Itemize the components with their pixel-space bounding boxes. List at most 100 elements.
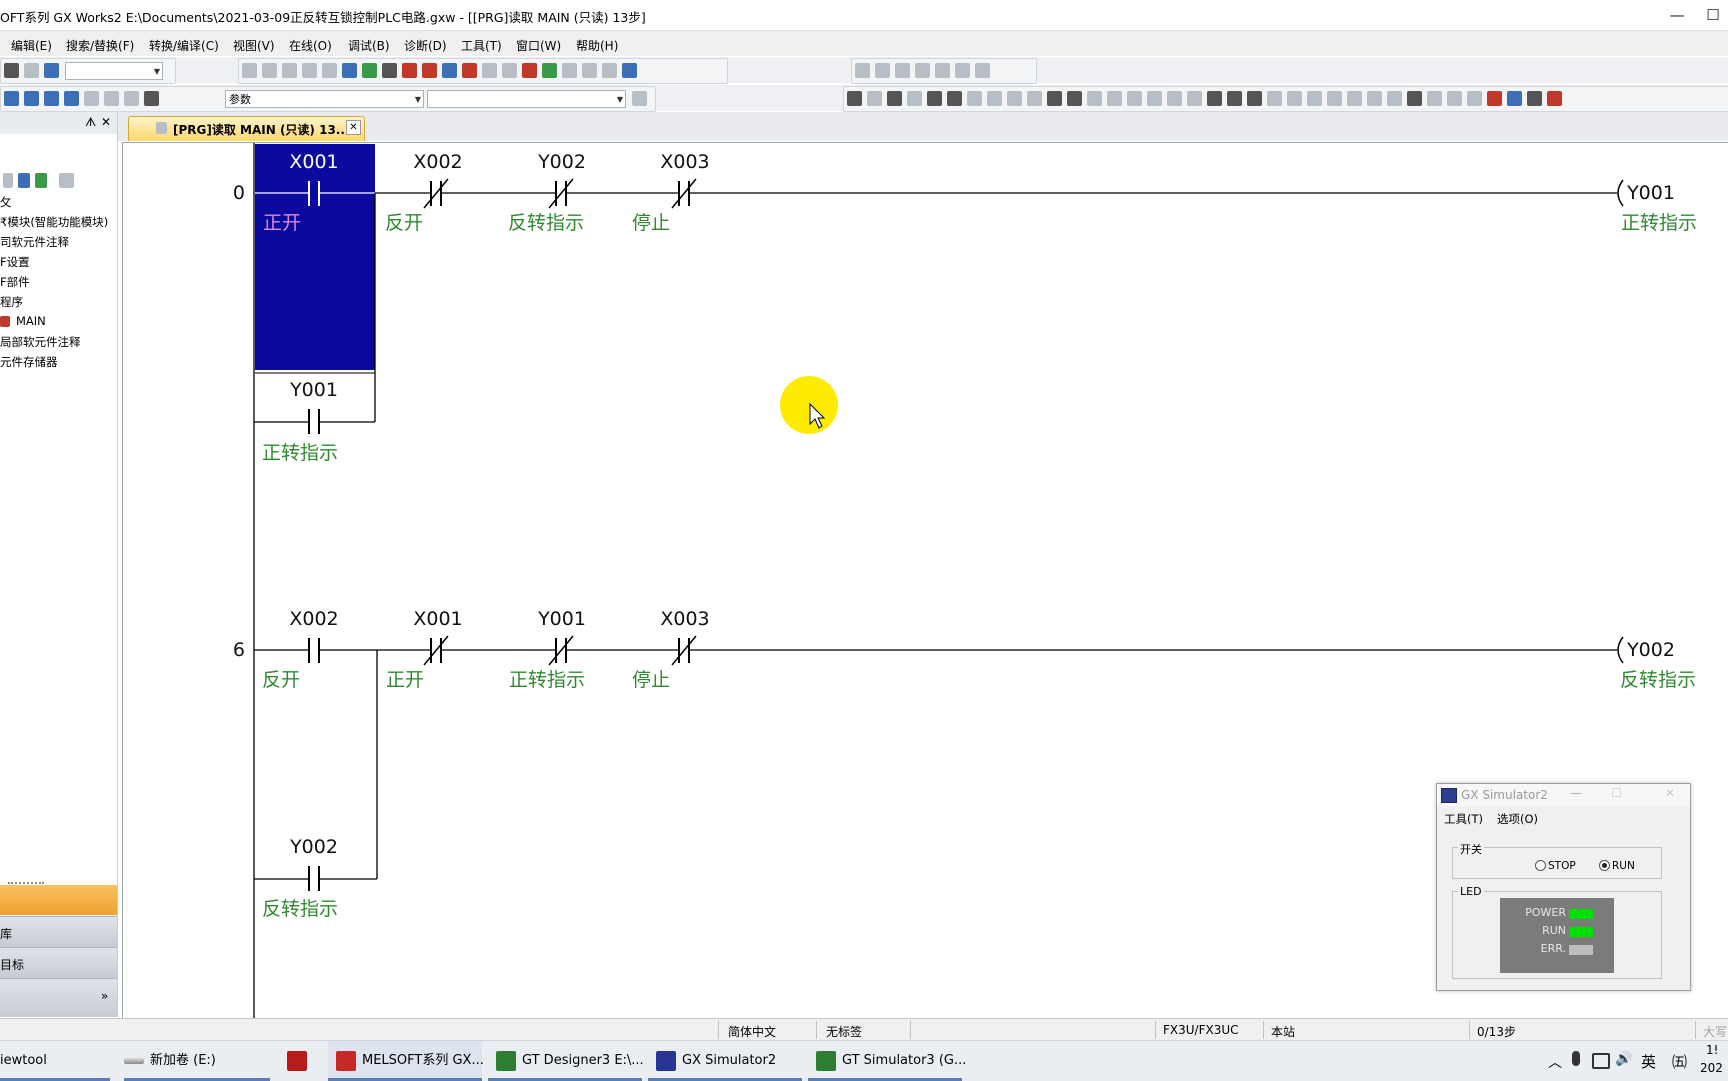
start-monitor-icon[interactable] xyxy=(482,63,497,78)
parallel-nc-contact-icon[interactable] xyxy=(907,91,922,106)
simulator-close-button[interactable]: ✕ xyxy=(1665,786,1675,800)
dev-dropdown-icon[interactable] xyxy=(84,91,99,106)
help-icon[interactable] xyxy=(44,63,59,78)
jump-icon[interactable] xyxy=(955,63,970,78)
run-radio[interactable] xyxy=(1599,860,1610,871)
pen-icon[interactable] xyxy=(1547,91,1562,106)
rising-pulse-icon[interactable] xyxy=(1047,91,1062,106)
minimize-button[interactable]: — xyxy=(1660,2,1694,28)
delete-vline-icon[interactable] xyxy=(1027,91,1042,106)
pin-icon[interactable]: ᗑ xyxy=(85,115,96,130)
parallel-no-contact-icon[interactable] xyxy=(867,91,882,106)
nav-tree-item-global-comment[interactable]: 司软元件注释 xyxy=(0,234,69,250)
redo-icon[interactable] xyxy=(322,63,337,78)
print-icon[interactable] xyxy=(24,63,39,78)
write-plc-icon[interactable] xyxy=(402,63,417,78)
tab-close-icon[interactable]: ✕ xyxy=(346,120,361,135)
nav-tree-item-settings[interactable]: F设置 xyxy=(0,254,30,270)
save-icon[interactable] xyxy=(4,63,19,78)
insert-column-icon[interactable] xyxy=(895,63,910,78)
menu-convert-compile[interactable]: 转换/编译(C) xyxy=(149,37,219,54)
parallel-rising-icon[interactable] xyxy=(1087,91,1102,106)
paste-icon[interactable] xyxy=(282,63,297,78)
nav-tree-item-module[interactable]: ₹模块(智能功能模块) xyxy=(0,214,108,230)
menu-window[interactable]: 窗口(W) xyxy=(516,37,561,54)
menu-debug[interactable]: 调试(B) xyxy=(348,37,390,54)
tool-icon-c[interactable] xyxy=(602,63,617,78)
close-icon[interactable]: ✕ xyxy=(101,115,111,129)
simulation-start-icon[interactable] xyxy=(522,63,537,78)
nav-menu-icon[interactable] xyxy=(59,173,74,188)
clipboard-icon[interactable] xyxy=(632,91,647,106)
simulator-menu-tools[interactable]: 工具(T) xyxy=(1444,811,1483,827)
copy-icon[interactable] xyxy=(262,63,277,78)
tool-icon-k[interactable] xyxy=(1467,91,1482,106)
invert-icon[interactable] xyxy=(1247,91,1262,106)
nav-expand-button[interactable]: » xyxy=(0,978,117,1017)
taskbar-item-gxworks[interactable]: MELSOFT系列 GX... xyxy=(328,1041,484,1081)
menu-diagnostics[interactable]: 诊断(D) xyxy=(404,37,447,54)
taskbar-item-viewtool[interactable]: iewtool xyxy=(0,1041,110,1081)
line-icon[interactable] xyxy=(935,63,950,78)
taskbar-item-gtsimulator[interactable]: GT Simulator3 (G... xyxy=(808,1041,966,1081)
parameter-combo[interactable]: 参数 ▼ xyxy=(225,90,424,108)
replace-icon[interactable] xyxy=(362,63,377,78)
tray-chevron-up-icon[interactable]: ︿ xyxy=(1548,1052,1562,1072)
find-icon[interactable] xyxy=(104,91,119,106)
microphone-icon[interactable] xyxy=(1572,1051,1580,1066)
network-icon[interactable] xyxy=(1507,91,1522,106)
nav-icon-a[interactable] xyxy=(3,173,13,188)
simulation-stop-icon[interactable] xyxy=(542,63,557,78)
insert-row-icon[interactable] xyxy=(855,63,870,78)
menu-online[interactable]: 在线(O) xyxy=(289,37,332,54)
taskbar-item-gtdesigner[interactable]: GT Designer3 E:\... xyxy=(488,1041,644,1081)
tool-icon-g[interactable] xyxy=(1387,91,1402,106)
taskbar-item-gxsimulator[interactable]: GX Simulator2 xyxy=(648,1041,802,1081)
parallel-rising-negated-icon[interactable] xyxy=(1167,91,1182,106)
monitor-icon[interactable] xyxy=(442,63,457,78)
ladder-mode-icon[interactable] xyxy=(1487,91,1502,106)
display-icon[interactable] xyxy=(622,63,637,78)
menu-tools[interactable]: 工具(T) xyxy=(461,37,502,54)
nav-tree-item-device-memory[interactable]: 元件存储器 xyxy=(0,354,58,370)
ime-mode[interactable]: 英 xyxy=(1641,1051,1656,1072)
delete-drawn-line-icon[interactable] xyxy=(1287,91,1302,106)
verify-icon[interactable] xyxy=(462,63,477,78)
nav-tree-item-local-comment[interactable]: 局部软元件注释 xyxy=(0,334,81,350)
tool-icon-h[interactable] xyxy=(1407,91,1422,106)
menu-view[interactable]: 视图(V) xyxy=(233,37,275,54)
delete-column-icon[interactable] xyxy=(915,63,930,78)
taskbar-item-drive[interactable]: 新加卷 (E:) xyxy=(124,1041,270,1081)
project-icon[interactable] xyxy=(4,91,19,106)
stop-radio[interactable] xyxy=(1535,860,1546,871)
operation-result-rise-icon[interactable] xyxy=(1207,91,1222,106)
nav-tree-item-program[interactable]: 程序 xyxy=(0,294,23,310)
tool-icon-b[interactable] xyxy=(582,63,597,78)
taskbar-item-app[interactable] xyxy=(287,1041,315,1081)
clock-date[interactable]: 202 xyxy=(1700,1061,1723,1075)
nav-refresh-icon[interactable] xyxy=(35,173,47,188)
undo-icon[interactable] xyxy=(302,63,317,78)
coil-f7-icon[interactable] xyxy=(927,91,942,106)
binoculars-icon[interactable] xyxy=(144,91,159,106)
question-icon[interactable] xyxy=(124,91,139,106)
horizontal-line-icon[interactable] xyxy=(967,91,982,106)
falling-pulse-icon[interactable] xyxy=(1067,91,1082,106)
menu-edit[interactable]: 编辑(E) xyxy=(11,37,52,54)
nav-tree-item-parts[interactable]: F部件 xyxy=(0,274,30,290)
vertical-line-icon[interactable] xyxy=(987,91,1002,106)
nav-tree-item-data[interactable]: 攵 xyxy=(0,194,12,210)
tool-icon-i[interactable] xyxy=(1427,91,1442,106)
menu-search-replace[interactable]: 搜索/替换(F) xyxy=(66,37,134,54)
falling-negated-icon[interactable] xyxy=(1147,91,1162,106)
nav-target-button[interactable]: 目标 xyxy=(0,947,117,978)
target-combo[interactable]: ▼ xyxy=(427,90,626,108)
read-plc-icon[interactable] xyxy=(422,63,437,78)
no-contact-f5-icon[interactable] xyxy=(847,91,862,106)
battery-icon[interactable] xyxy=(1592,1053,1610,1069)
tool-icon-a[interactable] xyxy=(562,63,577,78)
tool-icon-e[interactable] xyxy=(1347,91,1362,106)
toolbar-combo-1[interactable]: ▼ xyxy=(65,62,163,80)
ime-layout[interactable]: ㈤ xyxy=(1672,1051,1687,1072)
dev-icon-2[interactable] xyxy=(44,91,59,106)
